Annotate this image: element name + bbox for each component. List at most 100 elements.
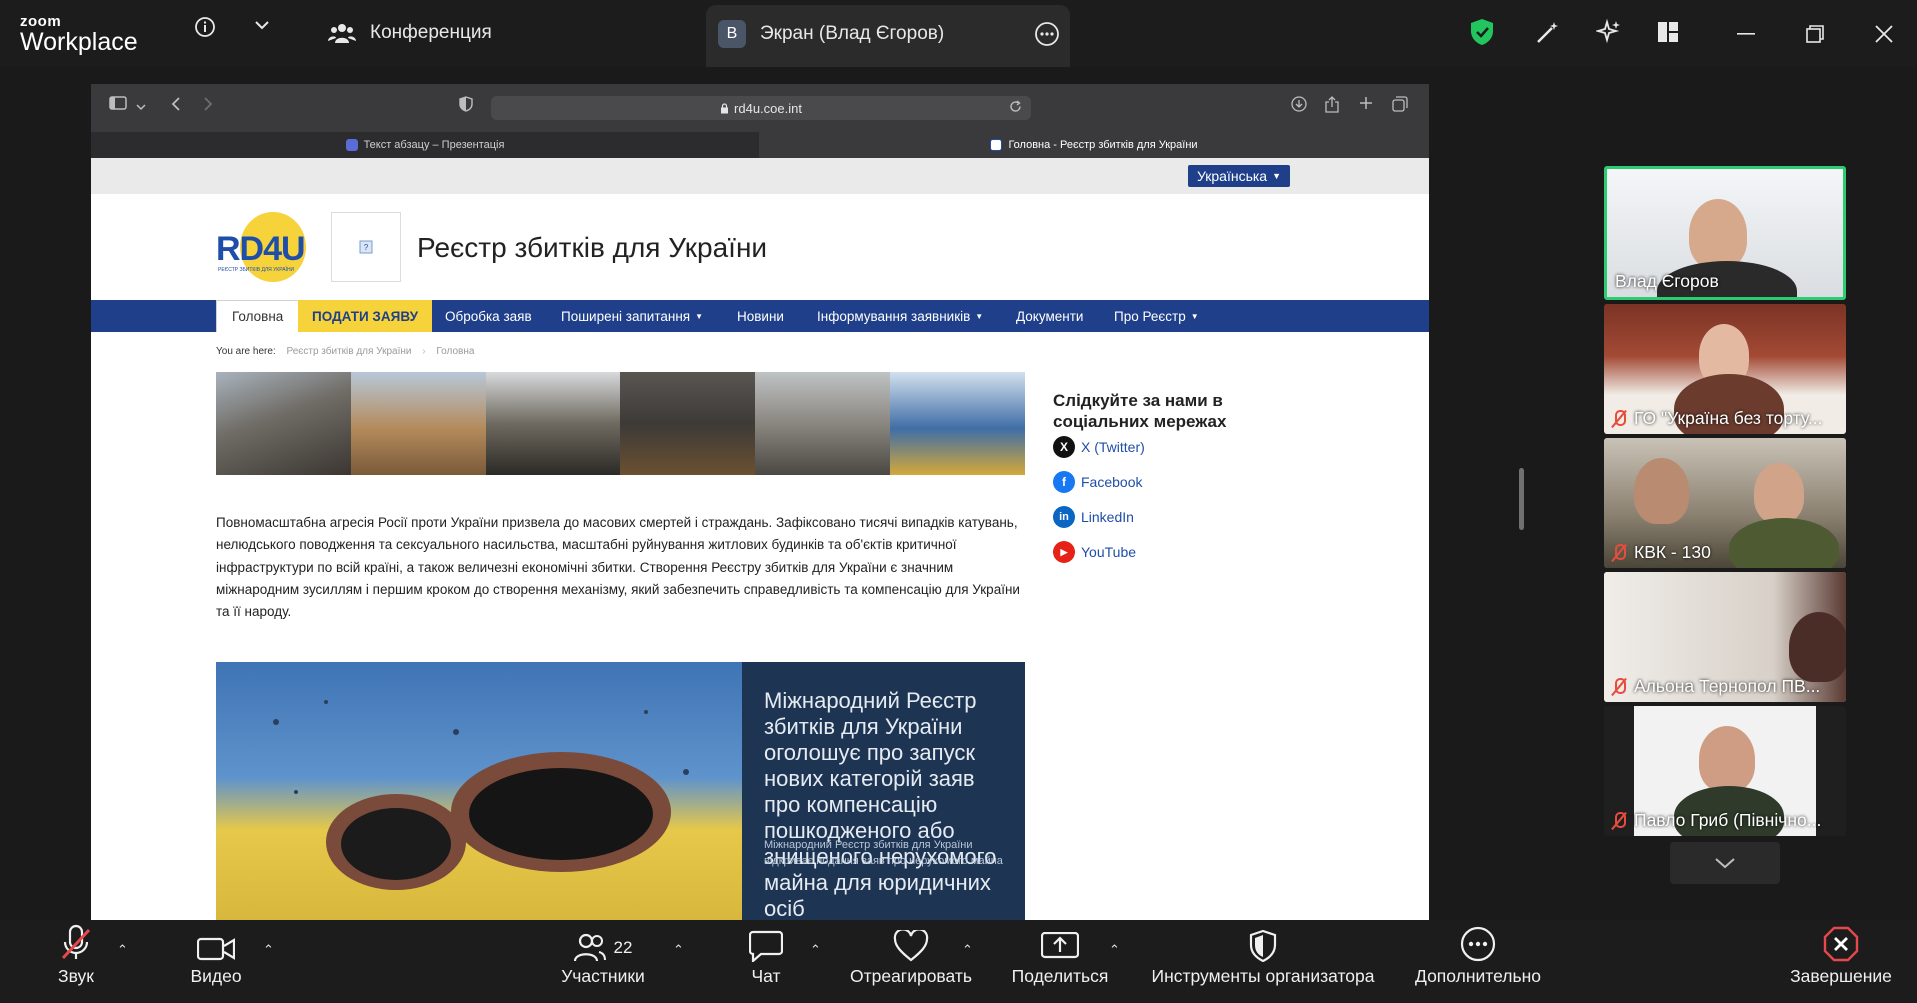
host-shield-icon xyxy=(1249,930,1277,962)
x-twitter-icon: X xyxy=(1053,436,1075,458)
annotate-icon[interactable] xyxy=(1535,19,1561,45)
info-icon[interactable] xyxy=(194,16,216,38)
nav-news[interactable]: Новини xyxy=(737,300,784,332)
download-icon[interactable] xyxy=(1291,96,1307,117)
audio-button[interactable]: Звук xyxy=(46,920,106,1003)
back-icon[interactable] xyxy=(171,96,181,117)
hero-banner-image xyxy=(216,372,1025,475)
participant-face xyxy=(1689,199,1747,269)
new-tab-icon[interactable] xyxy=(1359,96,1373,115)
breadcrumb-link[interactable]: Реєстр збитків для України xyxy=(286,346,411,357)
conference-label: Конференция xyxy=(370,22,492,43)
participants-options-caret-icon[interactable]: ⌃ xyxy=(673,942,684,958)
privacy-shield-icon[interactable] xyxy=(459,96,473,117)
nav-docs[interactable]: Документи xyxy=(1016,300,1083,332)
nav-inform-label: Інформування заявників xyxy=(817,308,971,324)
reload-icon[interactable] xyxy=(1009,100,1022,118)
participant-name: Павло Гриб (Північно... xyxy=(1612,810,1821,831)
banner-photo xyxy=(350,372,486,475)
more-label: Дополнительно xyxy=(1415,966,1541,986)
caret-down-icon: ▼ xyxy=(695,311,704,321)
damaged-wall-illustration xyxy=(273,700,689,890)
address-bar[interactable]: rd4u.coe.int xyxy=(491,96,1031,120)
site-title: Реєстр збитків для України xyxy=(417,232,768,263)
breadcrumb: You are here: Реєстр збитків для України… xyxy=(216,346,474,357)
nav-faq[interactable]: Поширені запитання ▼ xyxy=(561,300,703,332)
more-button[interactable]: Дополнительно xyxy=(1408,920,1548,1003)
nav-home[interactable]: Головна xyxy=(216,300,300,332)
participant-name-text: Павло Гриб (Північно... xyxy=(1634,810,1822,830)
social-link-x[interactable]: X X (Twitter) xyxy=(1053,436,1145,458)
screen-share-label: Экран (Влад Єгоров) xyxy=(760,23,945,44)
participant-tile[interactable]: КВК - 130 xyxy=(1604,438,1846,568)
banner-photo xyxy=(755,372,891,475)
intro-paragraph: Повномасштабна агресія Росії проти Украї… xyxy=(216,515,1020,620)
tab-title: Текст абзацу – Презентація xyxy=(363,139,505,151)
logo-subtext: РЕЄСТР ЗБИТКІВ ДЛЯ УКРАЇНИ xyxy=(218,267,295,273)
social-link-youtube[interactable]: ▶ YouTube xyxy=(1053,541,1136,563)
tab-overview-icon[interactable] xyxy=(1392,96,1408,117)
sidebar-icon[interactable] xyxy=(109,96,127,115)
audio-options-caret-icon[interactable]: ⌃ xyxy=(117,942,128,958)
react-button[interactable]: Отреагировать xyxy=(843,920,979,1003)
participants-icon xyxy=(573,933,606,962)
close-icon[interactable] xyxy=(1874,24,1894,44)
social-linkedin-label: LinkedIn xyxy=(1081,509,1134,525)
share-icon[interactable] xyxy=(1325,96,1339,118)
chat-options-caret-icon[interactable]: ⌃ xyxy=(810,942,821,958)
nav-inform[interactable]: Інформування заявників ▼ xyxy=(817,300,983,332)
tab-conference[interactable]: Конференция xyxy=(328,21,492,45)
end-meeting-button[interactable]: Завершение xyxy=(1786,920,1896,1003)
chevron-down-icon[interactable] xyxy=(136,98,146,116)
video-button[interactable]: Видео xyxy=(186,920,246,1003)
site-logo[interactable]: RD4U РЕЄСТР ЗБИТКІВ ДЛЯ УКРАЇНИ xyxy=(216,212,316,282)
social-link-facebook[interactable]: f Facebook xyxy=(1053,471,1142,493)
people-icon xyxy=(328,24,356,43)
language-selector[interactable]: Українська ▼ xyxy=(1188,165,1291,187)
participants-button[interactable]: 22 Участники xyxy=(552,920,654,1003)
participant-tile[interactable]: Влад Єгоров xyxy=(1604,166,1846,300)
browser-tab-rd4u[interactable]: Головна - Реєстр збитків для України xyxy=(759,132,1429,158)
participant-tile[interactable]: Альона Тернопол ПВ... xyxy=(1604,572,1846,702)
lock-icon xyxy=(721,102,729,113)
host-tools-button[interactable]: Инструменты организатора xyxy=(1143,920,1383,1003)
feature-news-card[interactable]: Міжнародний Реєстр збитків для України о… xyxy=(216,662,1025,920)
participants-count: 22 xyxy=(613,938,633,957)
feature-overlay-text: Міжнародний Реєстр збитків для України в… xyxy=(764,839,1003,867)
participant-tile[interactable]: ГО "Україна без торту... xyxy=(1604,304,1846,434)
layout-icon[interactable] xyxy=(1657,21,1679,43)
more-options-icon[interactable] xyxy=(1034,21,1060,47)
video-label: Видео xyxy=(190,966,242,986)
logo-text: RD4U xyxy=(216,230,306,268)
nav-about[interactable]: Про Реєстр ▼ xyxy=(1114,300,1199,332)
caret-down-icon: ▼ xyxy=(1272,171,1282,181)
ai-companion-icon[interactable] xyxy=(1596,19,1622,45)
chat-bubble-icon xyxy=(749,930,783,962)
social-link-linkedin[interactable]: in LinkedIn xyxy=(1053,506,1134,528)
share-options-caret-icon[interactable]: ⌃ xyxy=(1109,942,1120,958)
chevron-down-icon[interactable] xyxy=(254,19,270,31)
shared-screen: rd4u.coe.int Текст абзацу – Презентація xyxy=(91,84,1429,920)
audio-label: Звук xyxy=(58,966,94,986)
chat-button[interactable]: Чат xyxy=(746,920,786,1003)
video-options-caret-icon[interactable]: ⌃ xyxy=(263,942,274,958)
react-options-caret-icon[interactable]: ⌃ xyxy=(962,942,973,958)
minimize-icon[interactable] xyxy=(1737,32,1755,36)
tab-favicon xyxy=(990,139,1003,151)
share-screen-button[interactable]: Поделиться xyxy=(1008,920,1112,1003)
scroll-participants-down-button[interactable] xyxy=(1670,842,1780,884)
feature-text-panel: Міжнародний Реєстр збитків для України о… xyxy=(742,662,1025,920)
panel-resize-handle[interactable] xyxy=(1519,468,1524,530)
feature-headline: Міжнародний Реєстр збитків для України о… xyxy=(764,688,997,920)
nav-apply-button[interactable]: ПОДАТИ ЗАЯВУ xyxy=(298,300,432,332)
social-youtube-label: YouTube xyxy=(1081,544,1137,560)
site-nav: Головна ПОДАТИ ЗАЯВУ Обробка заяв Пошире… xyxy=(91,300,1429,332)
nav-about-label: Про Реєстр xyxy=(1114,308,1186,324)
nav-processing[interactable]: Обробка заяв xyxy=(445,300,532,332)
shield-icon[interactable] xyxy=(1469,18,1495,46)
restore-icon[interactable] xyxy=(1805,24,1825,44)
forward-icon[interactable] xyxy=(203,96,213,117)
svg-text:?: ? xyxy=(364,243,369,252)
participant-tile[interactable]: Павло Гриб (Північно... xyxy=(1604,706,1846,836)
browser-tab-presentation[interactable]: Текст абзацу – Презентація xyxy=(91,132,759,158)
